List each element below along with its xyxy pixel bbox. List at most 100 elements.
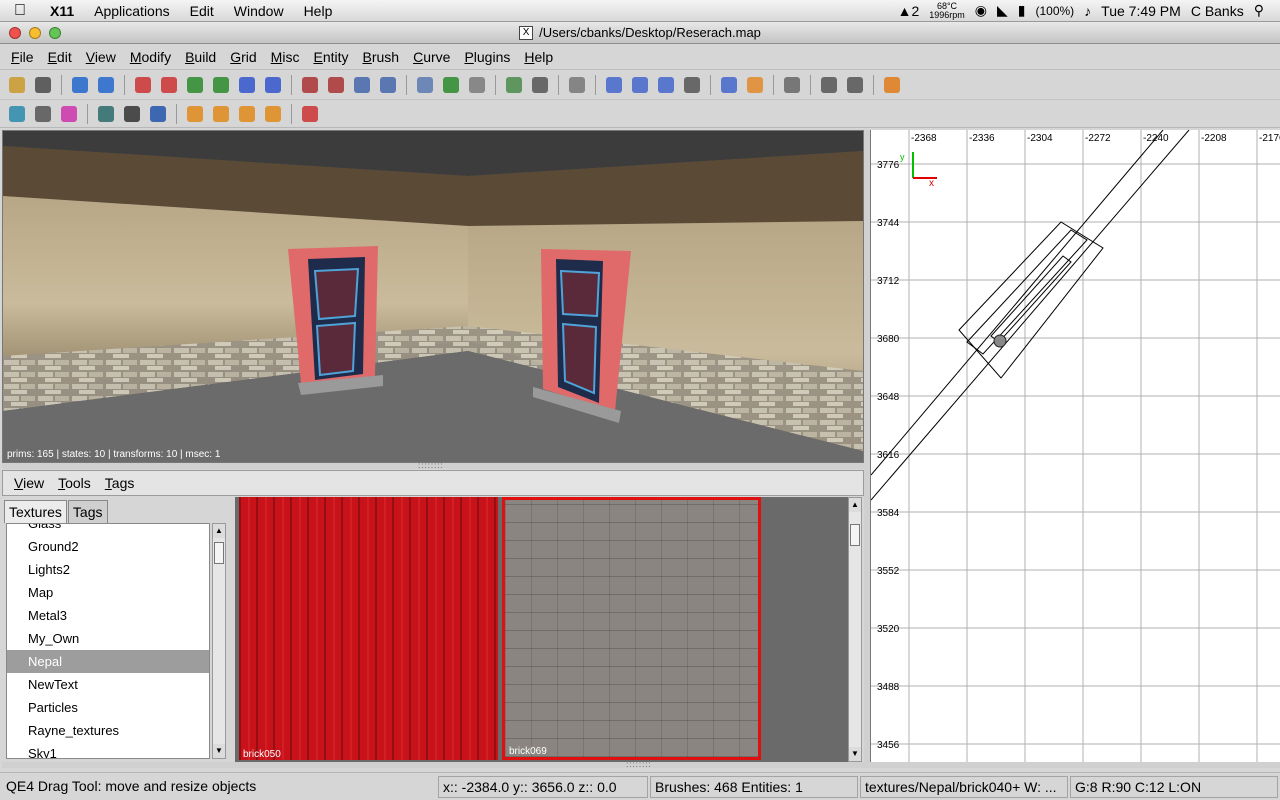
menu-help[interactable]: Help: [517, 49, 560, 65]
scroll-down-icon[interactable]: ▼: [849, 747, 861, 761]
directory-list-scrollbar[interactable]: ▲ ▼: [212, 523, 226, 759]
menu-misc[interactable]: Misc: [264, 49, 307, 65]
arrow-down-icon[interactable]: [146, 102, 170, 126]
menu-curve[interactable]: Curve: [406, 49, 457, 65]
view-entities-icon[interactable]: [780, 73, 804, 97]
redo-icon[interactable]: [94, 73, 118, 97]
select-touching-icon[interactable]: [324, 73, 348, 97]
cone-icon[interactable]: [261, 102, 285, 126]
open-icon[interactable]: [5, 73, 29, 97]
menu-window[interactable]: Window: [224, 3, 294, 19]
scroll-down-icon[interactable]: ▼: [213, 744, 225, 758]
apple-menu-icon[interactable]: : [0, 2, 40, 20]
rotate-x-icon[interactable]: [157, 73, 181, 97]
tex-menu-view[interactable]: View: [7, 475, 51, 491]
app-name-menu[interactable]: X11: [40, 3, 84, 19]
tab-tags[interactable]: Tags: [67, 500, 108, 523]
menu-plugins[interactable]: Plugins: [457, 49, 517, 65]
rotate-y-icon[interactable]: [209, 73, 233, 97]
flip-x-icon[interactable]: [131, 73, 155, 97]
tex-menu-tools[interactable]: Tools: [51, 475, 98, 491]
temperature-monitor[interactable]: 68°C 1996rpm: [929, 1, 965, 20]
cube-icon[interactable]: [31, 102, 55, 126]
texture-directory-item[interactable]: Rayne_textures: [7, 719, 209, 742]
input-menu-icon[interactable]: ▲2: [898, 3, 920, 19]
menu-file[interactable]: File: [4, 49, 41, 65]
texture-directory-item[interactable]: Map: [7, 581, 209, 604]
camera-icon[interactable]: [602, 73, 626, 97]
menu-modify[interactable]: Modify: [123, 49, 178, 65]
texture-thumbnail[interactable]: brick069: [502, 497, 761, 760]
volume-icon[interactable]: ♪: [1084, 3, 1091, 19]
sync-icon[interactable]: ◉: [975, 2, 987, 19]
menu-entity[interactable]: Entity: [306, 49, 355, 65]
xy-grid-view[interactable]: -2368-2336-2304-2272-2240-2208-217637763…: [870, 130, 1280, 762]
texture-directory-item[interactable]: Sky1: [7, 742, 209, 758]
menu-view[interactable]: View: [79, 49, 123, 65]
scroll-up-icon[interactable]: ▲: [213, 524, 225, 538]
camera-view[interactable]: prims: 165 | states: 10 | transforms: 10…: [2, 130, 864, 463]
view-patches-icon[interactable]: [843, 73, 867, 97]
battery-icon[interactable]: ▮: [1018, 2, 1026, 19]
scroll-thumb[interactable]: [214, 542, 224, 564]
scroll-thumb[interactable]: [850, 524, 860, 546]
menu-applications[interactable]: Applications: [84, 3, 180, 19]
texture-directory-item[interactable]: Particles: [7, 696, 209, 719]
spotlight-search-icon[interactable]: ⚲: [1254, 2, 1264, 19]
undo-icon[interactable]: [68, 73, 92, 97]
refresh-textures-icon[interactable]: [5, 102, 29, 126]
menu-help[interactable]: Help: [294, 3, 343, 19]
region-icon[interactable]: [743, 73, 767, 97]
horizontal-splitter-bottom[interactable]: ::::::::: [2, 760, 1280, 769]
save-icon[interactable]: [31, 73, 55, 97]
texture-thumbnail[interactable]: brick050: [239, 497, 498, 760]
bevel-icon[interactable]: [183, 102, 207, 126]
view-brushes-icon[interactable]: [817, 73, 841, 97]
user-menu[interactable]: C Banks: [1191, 3, 1244, 19]
change-views-icon[interactable]: [528, 73, 552, 97]
bug-icon[interactable]: [120, 102, 144, 126]
texture-grid-scrollbar[interactable]: ▲ ▼: [848, 497, 862, 762]
select-partial-tall-icon[interactable]: [350, 73, 374, 97]
window-minimize-button[interactable]: [29, 27, 41, 39]
tab-textures[interactable]: Textures: [4, 500, 67, 523]
clock[interactable]: Tue 7:49 PM: [1101, 3, 1181, 19]
drag-edges-icon[interactable]: [628, 73, 652, 97]
wifi-icon[interactable]: ◣: [997, 2, 1008, 19]
texture-directory-item[interactable]: Ground2: [7, 535, 209, 558]
csg-subtract-icon[interactable]: [413, 73, 437, 97]
flip-z-icon[interactable]: [235, 73, 259, 97]
menu-brush[interactable]: Brush: [356, 49, 407, 65]
no-draw-icon[interactable]: [298, 102, 322, 126]
menu-edit[interactable]: Edit: [180, 3, 224, 19]
window-close-button[interactable]: [9, 27, 21, 39]
texture-directory-item[interactable]: Lights2: [7, 558, 209, 581]
menu-grid[interactable]: Grid: [223, 49, 263, 65]
horizontal-splitter-top[interactable]: ::::::::: [2, 461, 864, 470]
select-inside-icon[interactable]: [376, 73, 400, 97]
window-zoom-button[interactable]: [49, 27, 61, 39]
texture-directory-item[interactable]: Glass: [7, 524, 209, 535]
drag-vertices-icon[interactable]: [654, 73, 678, 97]
texture-lock-icon[interactable]: [565, 73, 589, 97]
flip-y-icon[interactable]: [183, 73, 207, 97]
texture-directory-item[interactable]: NewText: [7, 673, 209, 696]
scale-icon[interactable]: [717, 73, 741, 97]
menu-edit[interactable]: Edit: [41, 49, 79, 65]
clipper-icon[interactable]: [502, 73, 526, 97]
show-patches-icon[interactable]: [680, 73, 704, 97]
make-hollow-icon[interactable]: [465, 73, 489, 97]
refresh-icon[interactable]: [880, 73, 904, 97]
texture-directory-item[interactable]: Metal3: [7, 604, 209, 627]
csg-merge-icon[interactable]: [439, 73, 463, 97]
tex-menu-tags[interactable]: Tags: [98, 475, 142, 491]
cylinder-icon[interactable]: [235, 102, 259, 126]
texture-directory-item[interactable]: My_Own: [7, 627, 209, 650]
tree-icon[interactable]: [94, 102, 118, 126]
scroll-up-icon[interactable]: ▲: [849, 498, 861, 512]
select-complete-tall-icon[interactable]: [298, 73, 322, 97]
patch-icon[interactable]: [57, 102, 81, 126]
texture-directory-item[interactable]: Nepal: [7, 650, 209, 673]
end-cap-icon[interactable]: [209, 102, 233, 126]
rotate-z-icon[interactable]: [261, 73, 285, 97]
